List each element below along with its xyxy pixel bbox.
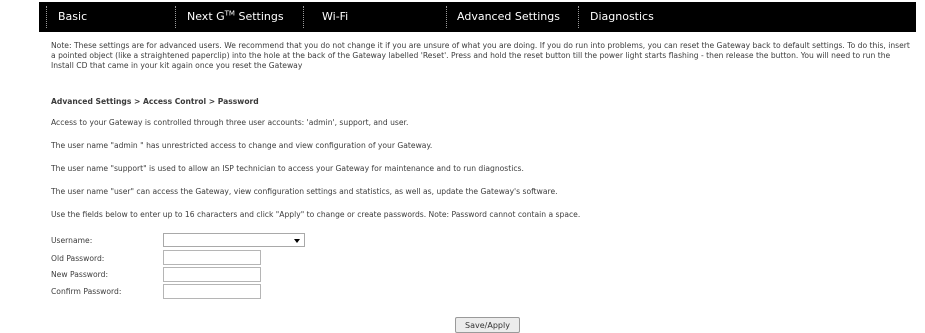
nav-separator: [446, 6, 447, 28]
info-paragraph: The user name "admin " has unrestricted …: [51, 141, 433, 150]
nav-separator: [578, 6, 579, 28]
info-paragraph: Use the fields below to enter up to 16 c…: [51, 210, 581, 219]
new-password-label: New Password:: [51, 270, 109, 279]
nav-separator: [46, 6, 47, 28]
username-select[interactable]: [163, 233, 305, 247]
confirm-password-field[interactable]: [163, 284, 261, 299]
old-password-field[interactable]: [163, 250, 261, 265]
tab-advanced-settings[interactable]: Advanced Settings: [457, 2, 560, 32]
info-paragraph: Access to your Gateway is controlled thr…: [51, 118, 409, 127]
info-paragraph: The user name "support" is used to allow…: [51, 164, 524, 173]
tab-diagnostics[interactable]: Diagnostics: [590, 2, 654, 32]
breadcrumb: Advanced Settings > Access Control > Pas…: [51, 97, 259, 106]
tab-wifi[interactable]: Wi-Fi: [322, 2, 348, 32]
nav-separator: [303, 6, 304, 28]
new-password-field[interactable]: [163, 267, 261, 282]
confirm-password-label: Confirm Password:: [51, 287, 122, 296]
tab-next-g-settings[interactable]: Next GTM Settings: [187, 2, 284, 32]
username-label: Username:: [51, 236, 93, 245]
chevron-down-icon: [294, 239, 300, 243]
nav-separator: [175, 6, 176, 28]
tab-basic[interactable]: Basic: [58, 2, 87, 32]
tab-next-g-label: Next G: [187, 10, 225, 23]
info-paragraph: The user name "user" can access the Gate…: [51, 187, 558, 196]
tm-superscript: TM: [224, 9, 235, 18]
old-password-label: Old Password:: [51, 254, 105, 263]
top-navigation-bar: Basic Next GTM Settings Wi-Fi Advanced S…: [39, 2, 916, 32]
tab-next-g-settings-label: Settings: [234, 10, 284, 23]
warning-note: Note: These settings are for advanced us…: [51, 41, 910, 70]
